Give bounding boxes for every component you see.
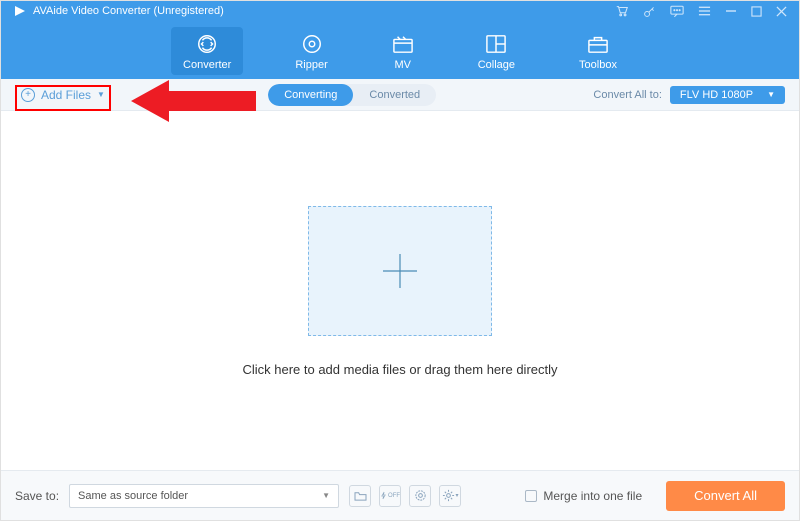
tab-converted[interactable]: Converted	[353, 84, 436, 106]
drop-zone[interactable]	[308, 206, 492, 336]
minimize-icon[interactable]	[725, 5, 737, 17]
nav-label: Converter	[183, 59, 231, 71]
chevron-down-icon: ▼	[97, 90, 105, 99]
merge-label: Merge into one file	[543, 489, 642, 503]
nav-label: Collage	[478, 59, 515, 71]
app-title: AVAide Video Converter (Unregistered)	[33, 5, 224, 17]
collage-icon	[485, 33, 507, 55]
add-files-button[interactable]: + Add Files ▼	[15, 85, 111, 105]
conversion-tabs: Converting Converted	[268, 84, 436, 106]
logo-icon	[13, 4, 27, 18]
app-logo: AVAide Video Converter (Unregistered)	[13, 4, 224, 18]
sub-bar: + Add Files ▼ Converting Converted Conve…	[1, 79, 799, 111]
open-folder-icon[interactable]	[349, 485, 371, 507]
close-icon[interactable]	[776, 6, 787, 17]
format-dropdown[interactable]: FLV HD 1080P ▼	[670, 86, 785, 104]
cart-icon[interactable]	[615, 4, 629, 18]
ripper-icon	[301, 33, 323, 55]
converter-icon	[196, 33, 218, 55]
toolbox-icon	[587, 33, 609, 55]
save-to-value: Same as source folder	[78, 490, 188, 502]
main-nav: Converter Ripper MV Collage Toolbox	[1, 21, 799, 79]
key-icon[interactable]	[643, 5, 656, 18]
nav-label: MV	[394, 59, 411, 71]
bottom-bar: Save to: Same as source folder ▼ OFF ▾ M…	[1, 470, 799, 520]
plus-icon	[377, 248, 423, 294]
convert-all-button[interactable]: Convert All	[666, 481, 785, 511]
add-files-label: Add Files	[41, 88, 91, 102]
nav-collage[interactable]: Collage	[466, 27, 527, 75]
nav-label: Toolbox	[579, 59, 617, 71]
high-speed-icon[interactable]	[409, 485, 431, 507]
tab-converting[interactable]: Converting	[268, 84, 353, 106]
bottom-tool-icons: OFF ▾	[349, 485, 461, 507]
settings-icon[interactable]: ▾	[439, 485, 461, 507]
convert-all-label: Convert All to:	[593, 89, 661, 101]
menu-icon[interactable]	[698, 5, 711, 17]
nav-label: Ripper	[295, 59, 327, 71]
nav-ripper[interactable]: Ripper	[283, 27, 339, 75]
plus-circle-icon: +	[21, 88, 35, 102]
drop-instruction: Click here to add media files or drag th…	[242, 362, 557, 377]
nav-converter[interactable]: Converter	[171, 27, 243, 75]
nav-toolbox[interactable]: Toolbox	[567, 27, 629, 75]
chevron-down-icon: ▼	[322, 491, 330, 500]
save-to-label: Save to:	[15, 489, 59, 503]
convert-all-format: Convert All to: FLV HD 1080P ▼	[593, 86, 785, 104]
nav-mv[interactable]: MV	[380, 27, 426, 75]
title-bar: AVAide Video Converter (Unregistered)	[1, 1, 799, 21]
merge-checkbox[interactable]: Merge into one file	[525, 489, 642, 503]
save-to-dropdown[interactable]: Same as source folder ▼	[69, 484, 339, 508]
window-controls	[615, 4, 787, 18]
mv-icon	[392, 33, 414, 55]
main-content: Click here to add media files or drag th…	[1, 111, 799, 471]
checkbox-icon	[525, 490, 537, 502]
feedback-icon[interactable]	[670, 5, 684, 18]
hw-accel-icon[interactable]: OFF	[379, 485, 401, 507]
chevron-down-icon: ▼	[767, 90, 775, 99]
format-value: FLV HD 1080P	[680, 89, 753, 101]
maximize-icon[interactable]	[751, 6, 762, 17]
